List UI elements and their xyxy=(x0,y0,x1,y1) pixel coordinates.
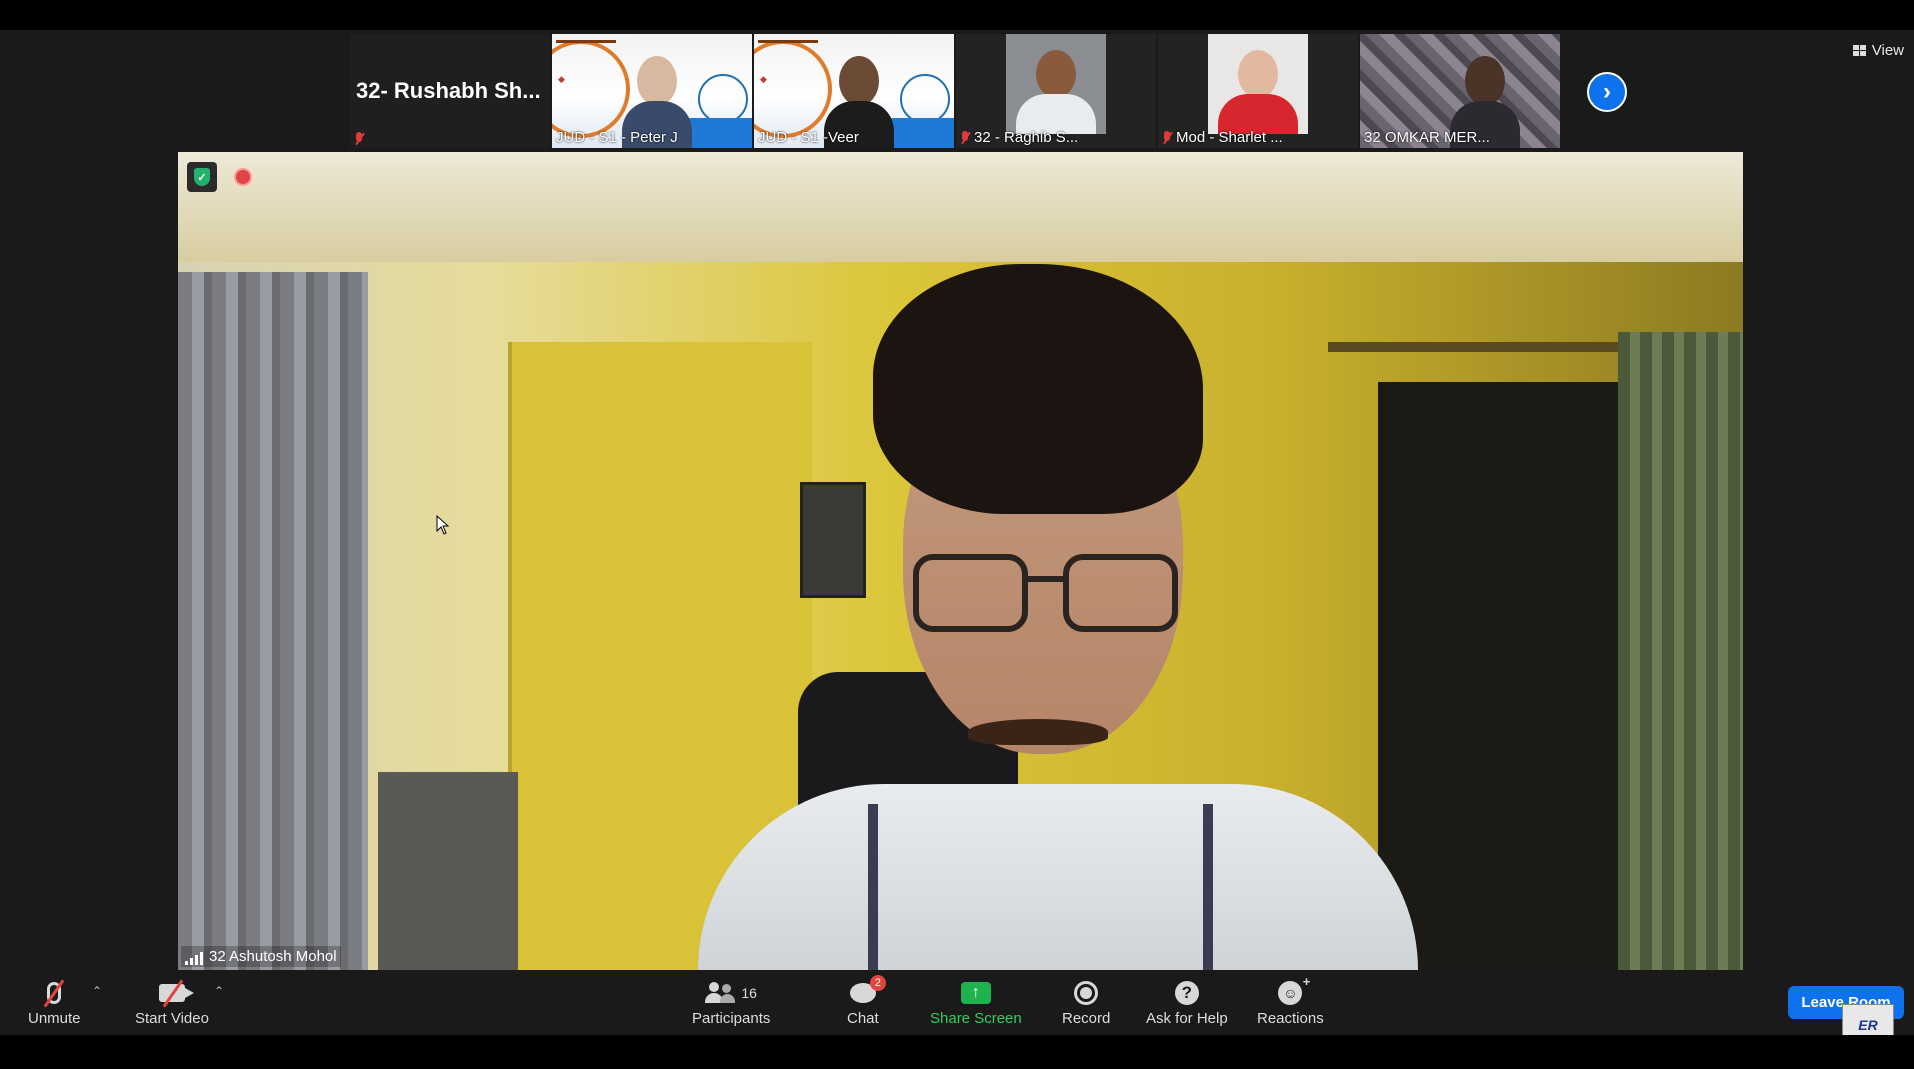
participants-count: 16 xyxy=(741,985,757,1001)
participant-tile[interactable]: ▬▬▬▬▬▬ ◆ JUD - S1 - Peter J xyxy=(552,34,752,148)
share-screen-icon: ↑ xyxy=(960,982,991,1004)
chat-button[interactable]: 2 Chat xyxy=(847,975,886,1027)
smiley-reaction-icon: ☺ xyxy=(1278,974,1310,1005)
participant-video xyxy=(1006,34,1106,134)
thumbnail-strip: 32- Rushabh Sh... ▬▬▬▬▬▬ ◆ JUD - S1 - Pe… xyxy=(350,34,1560,148)
participants-icon xyxy=(705,982,736,1004)
participant-tile[interactable]: 32 - Raghib S... xyxy=(956,34,1156,148)
muted-mic-icon xyxy=(354,132,364,146)
globe-icon xyxy=(698,74,748,124)
participant-name: JUD - S1 - Peter J xyxy=(556,129,678,146)
reactions-button[interactable]: ☺ Reactions xyxy=(1257,974,1324,1027)
main-video xyxy=(178,152,1743,970)
audio-options-caret[interactable]: ⌃ xyxy=(92,984,102,998)
participant-name: Mod - Sharlet ... xyxy=(1176,129,1283,146)
view-button[interactable]: View xyxy=(1852,42,1904,59)
participant-name: 32 - Raghib S... xyxy=(974,129,1079,146)
view-label: View xyxy=(1871,42,1904,59)
next-page-button[interactable]: › xyxy=(1587,72,1627,112)
participant-video xyxy=(1208,34,1308,134)
logo-icon: ◆ xyxy=(760,74,767,84)
bottom-black-bar xyxy=(0,1035,1914,1069)
signal-strength-icon xyxy=(185,952,203,965)
logo-icon: ◆ xyxy=(558,74,565,84)
participant-name: JUD - S1 -Veer xyxy=(758,129,859,146)
main-participant-label: 32 Ashutosh Mohol xyxy=(181,946,341,967)
participant-tile[interactable]: 32 OMKAR MER... xyxy=(1360,34,1560,148)
muted-mic-icon xyxy=(960,130,970,145)
chat-bubble-icon: 2 xyxy=(849,975,886,1003)
participant-tile[interactable]: ▬▬▬▬▬▬ ◆ JUD - S1 -Veer xyxy=(754,34,954,148)
top-black-bar xyxy=(0,0,1914,30)
chevron-right-icon: › xyxy=(1603,78,1611,105)
participant-tile[interactable]: Mod - Sharlet ... xyxy=(1158,34,1358,148)
participant-name: 32 OMKAR MER... xyxy=(1364,129,1490,146)
encryption-shield-icon[interactable]: ✓ xyxy=(187,162,217,192)
video-options-caret[interactable]: ⌃ xyxy=(214,984,224,998)
participant-tile[interactable]: 32- Rushabh Sh... xyxy=(350,34,550,148)
slide-banner: ▬▬▬▬▬▬ xyxy=(758,35,818,46)
chat-unread-badge: 2 xyxy=(869,975,886,991)
main-participant-name: 32 Ashutosh Mohol xyxy=(209,948,337,965)
share-screen-button[interactable]: ↑ Share Screen xyxy=(930,978,1022,1027)
participant-name: 32- Rushabh Sh... xyxy=(356,78,541,103)
speaker-person xyxy=(698,264,1418,970)
meeting-toolbar: Unmute ⌃ Start Video ⌃ 16 Participants 2… xyxy=(0,970,1914,1035)
grid-view-icon xyxy=(1852,45,1866,56)
participants-button[interactable]: 16 Participants xyxy=(692,978,770,1027)
record-icon xyxy=(1074,981,1099,1005)
start-video-button[interactable]: Start Video xyxy=(135,978,209,1027)
muted-mic-icon xyxy=(1162,130,1172,145)
slide-banner: ▬▬▬▬▬▬ xyxy=(556,35,616,46)
help-question-icon: ? xyxy=(1174,981,1199,1005)
recording-indicator-icon xyxy=(234,168,252,186)
unmute-button[interactable]: Unmute xyxy=(28,978,81,1027)
globe-icon xyxy=(900,74,950,124)
record-button[interactable]: Record xyxy=(1062,978,1110,1027)
ask-for-help-button[interactable]: ? Ask for Help xyxy=(1146,978,1228,1027)
